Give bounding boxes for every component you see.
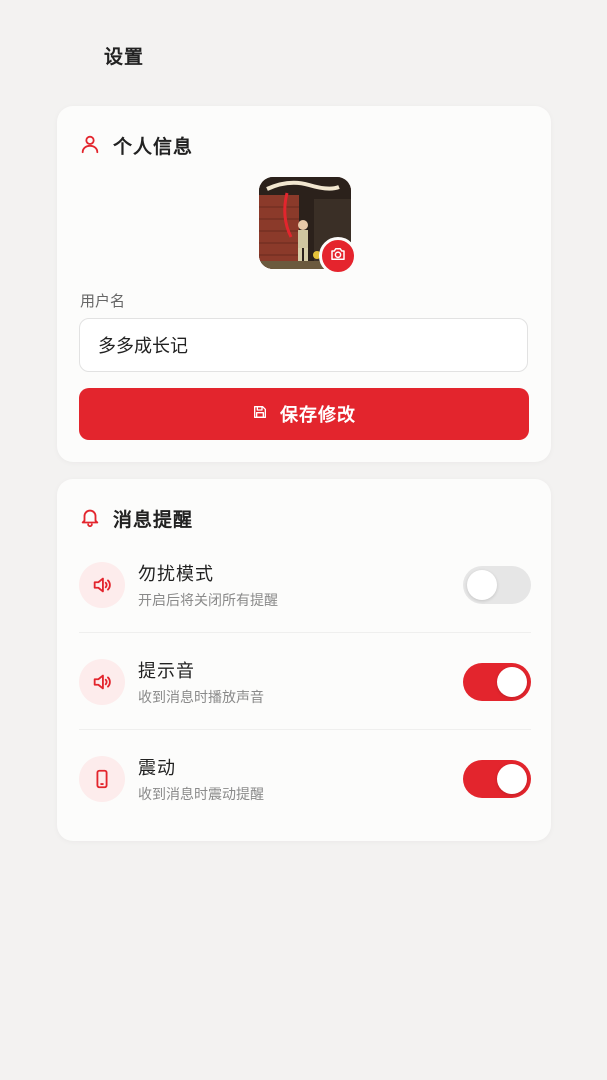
bell-icon xyxy=(79,506,101,532)
settings-page: 设置 个人信息 用户名 多多成长记 保存修改 消息提醒 勿扰模式 开启后将关闭所… xyxy=(0,0,607,1080)
username-label: 用户名 xyxy=(80,292,126,310)
save-button-label: 保存修改 xyxy=(280,405,356,426)
toggle-knob xyxy=(467,569,497,600)
profile-section-header: 个人信息 xyxy=(79,132,193,159)
speaker-icon xyxy=(79,658,125,705)
save-button[interactable]: 保存修改 xyxy=(79,388,529,440)
dnd-toggle[interactable] xyxy=(463,565,531,604)
setting-text: 提示音 收到消息时播放声音 xyxy=(138,657,463,707)
sound-toggle[interactable] xyxy=(463,662,531,701)
vibrate-toggle[interactable] xyxy=(463,760,531,798)
avatar-container[interactable] xyxy=(259,177,357,275)
username-input[interactable]: 多多成长记 xyxy=(79,318,528,372)
setting-row-vibrate: 震动 收到消息时震动提醒 xyxy=(79,731,531,827)
page-title: 设置 xyxy=(104,46,145,68)
notifications-card: 消息提醒 勿扰模式 开启后将关闭所有提醒 提示音 收到消息时播放声音 震动 收到… xyxy=(57,479,551,841)
camera-icon xyxy=(329,245,347,267)
notifications-section-header: 消息提醒 xyxy=(79,505,193,532)
save-icon xyxy=(252,404,268,425)
setting-title: 震动 xyxy=(138,758,176,779)
setting-text: 勿扰模式 开启后将关闭所有提醒 xyxy=(138,560,463,610)
setting-title: 提示音 xyxy=(138,660,195,682)
notifications-section-title: 消息提醒 xyxy=(113,509,194,531)
setting-subtitle: 收到消息时震动提醒 xyxy=(138,787,264,803)
phone-icon xyxy=(79,756,125,802)
speaker-icon xyxy=(79,561,125,608)
user-icon xyxy=(79,133,101,159)
setting-subtitle: 收到消息时播放声音 xyxy=(138,689,264,706)
setting-text: 震动 收到消息时震动提醒 xyxy=(138,754,463,804)
change-avatar-button[interactable] xyxy=(319,237,357,275)
setting-row-sound: 提示音 收到消息时播放声音 xyxy=(79,634,531,730)
profile-card: 个人信息 用户名 多多成长记 保存修改 xyxy=(57,106,551,462)
toggle-knob xyxy=(497,666,527,697)
setting-subtitle: 开启后将关闭所有提醒 xyxy=(138,592,278,609)
setting-title: 勿扰模式 xyxy=(138,563,214,585)
profile-section-title: 个人信息 xyxy=(113,136,194,158)
toggle-knob xyxy=(497,764,527,794)
setting-row-dnd: 勿扰模式 开启后将关闭所有提醒 xyxy=(79,537,531,633)
